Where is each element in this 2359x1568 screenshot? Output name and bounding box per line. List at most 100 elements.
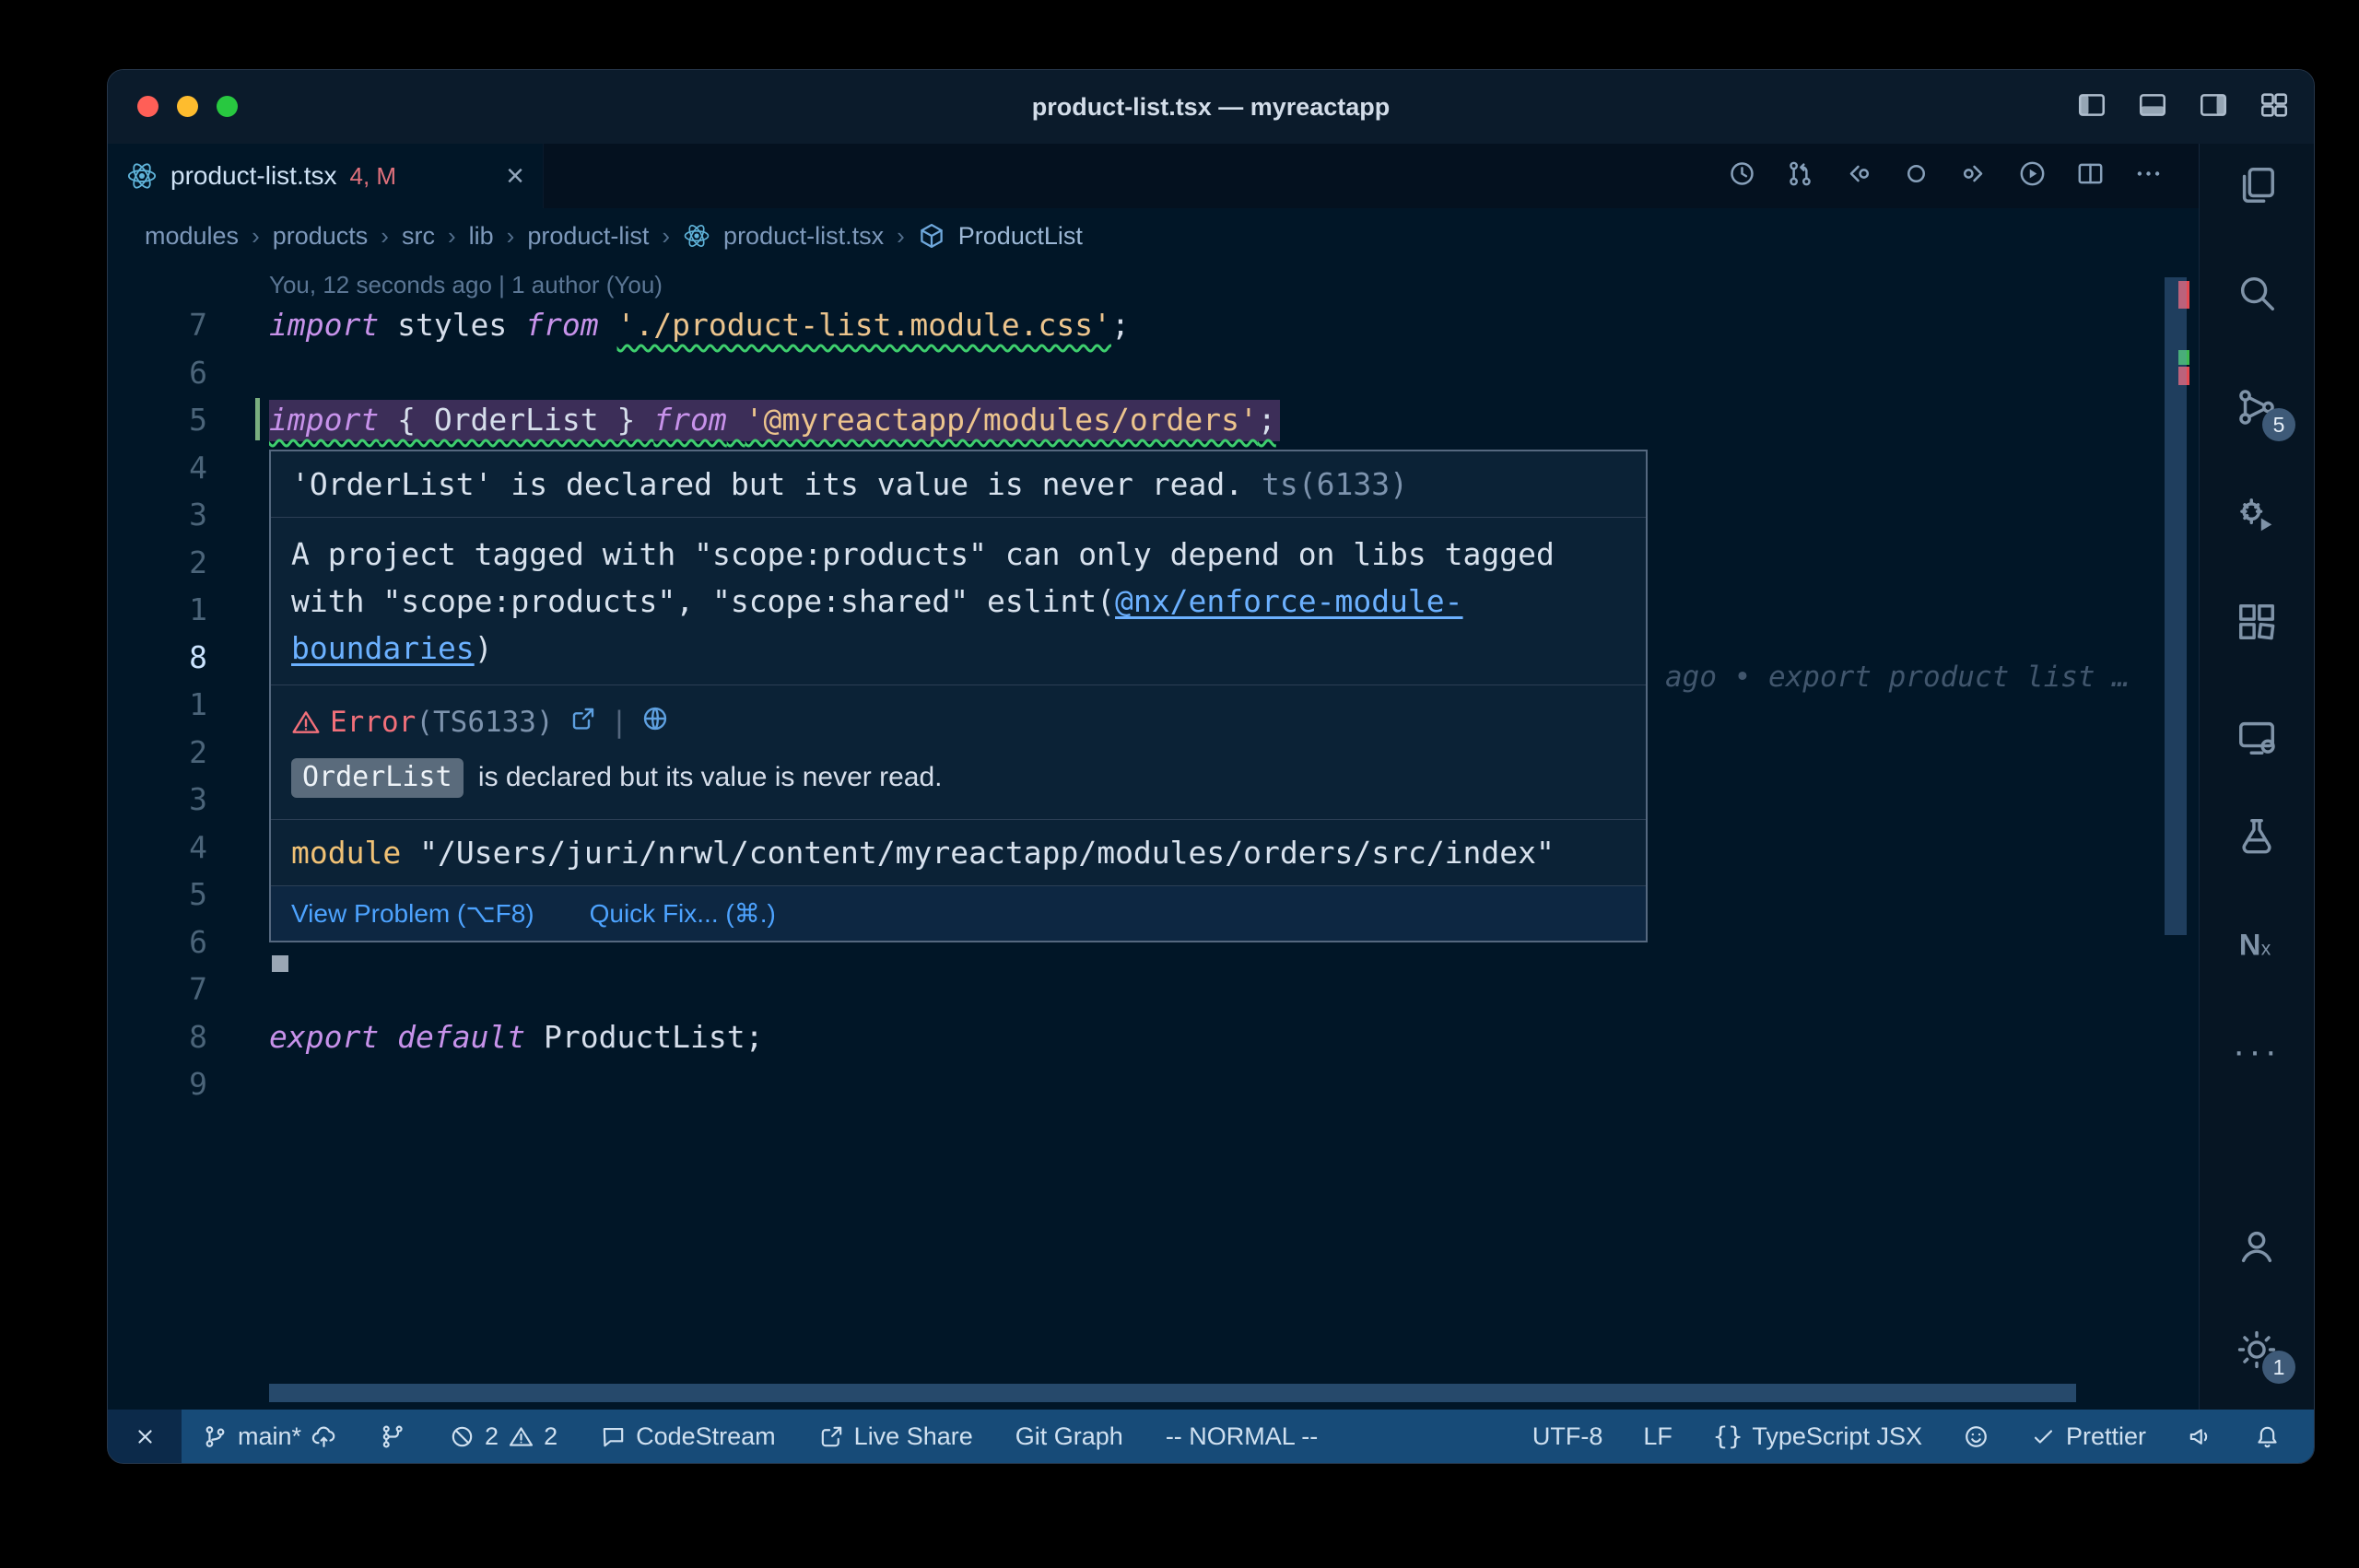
symbol-chip: OrderList bbox=[291, 758, 464, 798]
code-line[interactable]: 6 bbox=[108, 349, 2199, 397]
cloud-upload-icon bbox=[311, 1423, 337, 1450]
breadcrumb-products[interactable]: products bbox=[273, 222, 369, 251]
eslint-rule-link[interactable]: @nx/enforce-module- bbox=[1115, 583, 1463, 619]
eol-item[interactable]: LF bbox=[1643, 1422, 1672, 1451]
line-number: 5 bbox=[108, 876, 207, 912]
hover-ts-message: 'OrderList' is declared but its value is… bbox=[271, 451, 1646, 517]
svg-text:N: N bbox=[2239, 928, 2261, 961]
tab-problems-badge: 4, M bbox=[350, 162, 397, 191]
settings-gear-icon[interactable]: 1 bbox=[2200, 1328, 2314, 1371]
remote-explorer-icon[interactable] bbox=[2200, 716, 2314, 758]
hover-eslint-message: A project tagged with "scope:products" c… bbox=[271, 518, 1646, 685]
code-line[interactable]: 9 bbox=[108, 1060, 2199, 1108]
error-circle-icon bbox=[449, 1423, 475, 1450]
account-icon[interactable] bbox=[2200, 1225, 2314, 1268]
run-debug-icon[interactable] bbox=[2200, 494, 2314, 536]
chevron-right-icon: › bbox=[662, 222, 670, 251]
line-number: 5 bbox=[108, 402, 207, 438]
nx-console-icon[interactable]: Nx bbox=[2200, 922, 2314, 965]
feedback-smiley-icon[interactable] bbox=[1963, 1423, 1989, 1450]
inline-blame-annotation: ago • export product list … bbox=[1665, 661, 2130, 694]
toggle-primary-sidebar-icon[interactable] bbox=[2076, 89, 2107, 125]
warning-triangle-icon bbox=[291, 708, 321, 737]
line-number: 1 bbox=[108, 591, 207, 627]
formatter-item[interactable]: Prettier bbox=[2030, 1422, 2146, 1451]
breadcrumb-modules[interactable]: modules bbox=[145, 222, 239, 251]
code-editor[interactable]: You, 12 seconds ago | 1 author (You) 7im… bbox=[108, 263, 2199, 1410]
more-views-icon[interactable]: ··· bbox=[2200, 1030, 2314, 1072]
close-window-button[interactable] bbox=[137, 96, 158, 117]
window-title: product-list.tsx — myreactapp bbox=[108, 70, 2314, 144]
problems-item[interactable]: 2 2 bbox=[449, 1422, 557, 1451]
open-external-icon[interactable] bbox=[569, 704, 598, 741]
announcement-icon[interactable] bbox=[2187, 1423, 2213, 1450]
chevron-right-icon: › bbox=[448, 222, 456, 251]
view-problem-link[interactable]: View Problem (⌥F8) bbox=[291, 898, 534, 929]
line-number: 7 bbox=[108, 307, 207, 343]
share-icon bbox=[818, 1423, 845, 1450]
notifications-bell-icon[interactable] bbox=[2254, 1423, 2281, 1450]
breadcrumb-file[interactable]: product-list.tsx bbox=[723, 222, 884, 251]
tab-product-list[interactable]: product-list.tsx 4, M × bbox=[108, 144, 544, 208]
code-line[interactable]: 5import { OrderList } from '@myreactapp/… bbox=[108, 396, 2199, 444]
search-icon[interactable] bbox=[2200, 272, 2314, 314]
vertical-scrollbar[interactable] bbox=[2165, 277, 2187, 935]
chevron-right-icon: › bbox=[507, 222, 515, 251]
breadcrumb-symbol[interactable]: ProductList bbox=[958, 222, 1083, 251]
activity-bar: 5 Nx ··· 1 bbox=[2199, 144, 2314, 1410]
extensions-icon[interactable] bbox=[2200, 601, 2314, 643]
run-file-icon[interactable] bbox=[2017, 158, 2048, 193]
commit-graph-icon[interactable] bbox=[380, 1423, 406, 1450]
hover-resize-handle[interactable] bbox=[272, 955, 288, 972]
code-line[interactable]: 8export default ProductList; bbox=[108, 1013, 2199, 1061]
toggle-panel-icon[interactable] bbox=[2137, 89, 2168, 125]
vim-mode-label: -- NORMAL -- bbox=[1166, 1422, 1318, 1451]
sync-status-icon[interactable] bbox=[1901, 158, 1931, 193]
breadcrumb-product-list[interactable]: product-list bbox=[527, 222, 649, 251]
remote-indicator[interactable] bbox=[108, 1410, 182, 1463]
language-label: TypeScript JSX bbox=[1752, 1422, 1922, 1451]
explorer-icon[interactable] bbox=[2200, 164, 2314, 206]
compare-changes-icon[interactable] bbox=[1785, 158, 1815, 193]
tab-close-icon[interactable]: × bbox=[506, 160, 524, 192]
breadcrumb-lib[interactable]: lib bbox=[469, 222, 494, 251]
hover-error-row: Error(TS6133) | bbox=[271, 685, 1646, 744]
testing-beaker-icon[interactable] bbox=[2200, 815, 2314, 858]
navigate-back-icon[interactable] bbox=[1843, 158, 1873, 193]
branch-name: main* bbox=[238, 1422, 301, 1451]
split-editor-icon[interactable] bbox=[2075, 158, 2106, 193]
breadcrumb: modules › products › src › lib › product… bbox=[108, 208, 2199, 263]
code-line[interactable]: 7 bbox=[108, 965, 2199, 1013]
react-file-icon bbox=[683, 222, 710, 250]
minimize-window-button[interactable] bbox=[177, 96, 198, 117]
breadcrumb-src[interactable]: src bbox=[402, 222, 435, 251]
chevron-right-icon: › bbox=[252, 222, 260, 251]
codestream-item[interactable]: CodeStream bbox=[600, 1422, 776, 1451]
git-branch-item[interactable]: main* bbox=[202, 1422, 337, 1451]
live-share-item[interactable]: Live Share bbox=[818, 1422, 973, 1451]
navigate-forward-icon[interactable] bbox=[1959, 158, 1989, 193]
timeline-history-icon[interactable] bbox=[1727, 158, 1757, 193]
warning-count: 2 bbox=[544, 1422, 557, 1451]
title-bar: product-list.tsx — myreactapp bbox=[108, 70, 2314, 145]
toggle-secondary-sidebar-icon[interactable] bbox=[2198, 89, 2229, 125]
error-code: (TS6133) bbox=[416, 706, 553, 739]
codelens-blame[interactable]: You, 12 seconds ago | 1 author (You) bbox=[269, 271, 663, 299]
language-mode-item[interactable]: {} TypeScript JSX bbox=[1713, 1422, 1922, 1451]
git-graph-item[interactable]: Git Graph bbox=[1015, 1422, 1123, 1451]
code-line[interactable]: 7import styles from './product-list.modu… bbox=[108, 301, 2199, 349]
globe-icon[interactable] bbox=[640, 704, 670, 741]
source-control-icon[interactable]: 5 bbox=[2200, 386, 2314, 428]
quick-fix-link[interactable]: Quick Fix... (⌘.) bbox=[590, 898, 776, 929]
horizontal-scrollbar[interactable] bbox=[269, 1384, 2076, 1402]
react-file-icon bbox=[126, 160, 158, 192]
customize-layout-icon[interactable] bbox=[2259, 89, 2290, 125]
more-actions-icon[interactable] bbox=[2133, 158, 2164, 193]
warning-triangle-icon bbox=[508, 1423, 534, 1450]
eslint-rule-link[interactable]: boundaries bbox=[291, 630, 475, 666]
source-control-badge: 5 bbox=[2262, 408, 2295, 441]
vim-mode-indicator[interactable]: -- NORMAL -- bbox=[1166, 1422, 1318, 1451]
line-number: 4 bbox=[108, 829, 207, 865]
maximize-window-button[interactable] bbox=[217, 96, 238, 117]
encoding-item[interactable]: UTF-8 bbox=[1532, 1422, 1603, 1451]
